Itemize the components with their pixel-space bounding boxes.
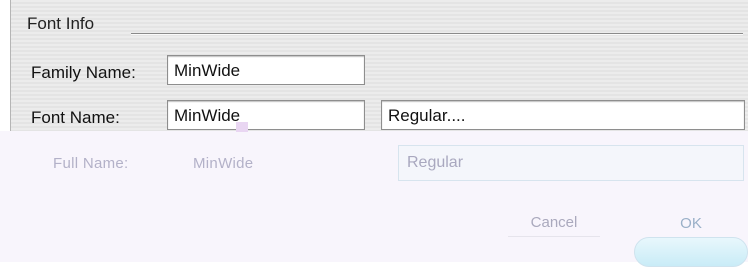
full-name-label: Full Name: — [53, 155, 129, 172]
family-name-field[interactable]: MinWide — [167, 55, 365, 85]
full-name-value: MinWide — [193, 155, 254, 172]
ok-button[interactable]: OK — [634, 216, 748, 267]
font-name-field[interactable]: MinWide — [167, 100, 365, 130]
family-name-label: Family Name: — [31, 63, 136, 82]
overlay-seam — [236, 122, 248, 132]
font-name-label: Font Name: — [31, 108, 120, 127]
section-divider — [131, 33, 743, 35]
ok-button-label: OK — [680, 215, 702, 232]
cancel-button-label: Cancel — [530, 214, 578, 231]
style-field[interactable]: Regular.... — [381, 100, 745, 130]
section-title: Font Info — [27, 14, 95, 33]
style-name-field[interactable]: Regular — [398, 145, 744, 181]
